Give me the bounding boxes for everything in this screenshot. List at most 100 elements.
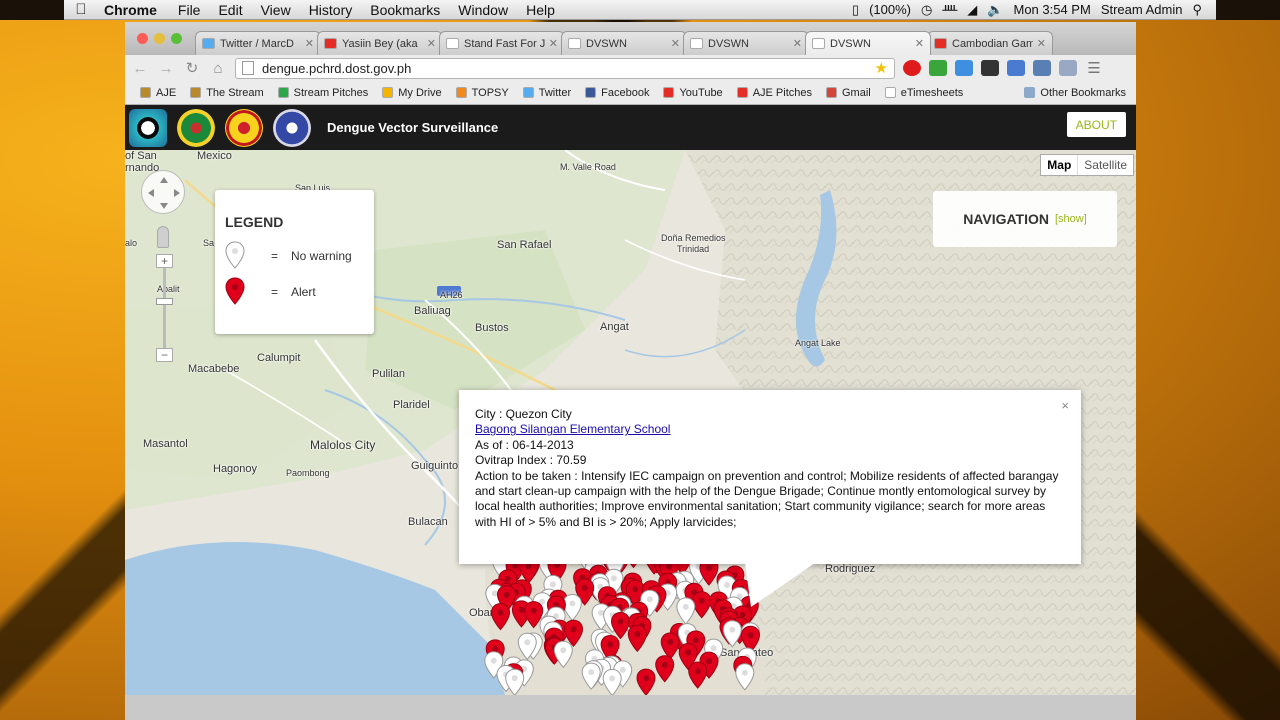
zoom-in-button[interactable]: + xyxy=(156,254,173,268)
minimize-window-icon[interactable] xyxy=(154,33,165,44)
battery-percent[interactable]: (100%) xyxy=(869,2,911,17)
spotlight-search-icon[interactable]: ⚲ xyxy=(1192,2,1202,18)
no-warning-marker[interactable] xyxy=(553,640,573,669)
close-tab-icon[interactable]: ✕ xyxy=(549,37,558,50)
menu-edit[interactable]: Edit xyxy=(209,2,251,18)
street-view-pegman-icon[interactable] xyxy=(157,226,169,248)
zoom-out-button[interactable]: − xyxy=(156,348,173,362)
bookmark-item[interactable]: TOPSY xyxy=(449,87,516,99)
browser-tab[interactable]: Cambodian Gam ✕ xyxy=(927,31,1053,55)
close-tab-icon[interactable]: ✕ xyxy=(427,37,436,50)
no-warning-marker[interactable] xyxy=(735,663,755,691)
info-as-of: As of : 06-14-2013 xyxy=(475,437,574,452)
menu-file[interactable]: File xyxy=(169,2,210,18)
url-text[interactable]: dengue.pchrd.dost.gov.ph xyxy=(262,61,411,76)
time-machine-icon[interactable]: ◷ xyxy=(921,2,932,18)
translate-extension-icon[interactable] xyxy=(955,60,973,76)
about-button[interactable]: ABOUT xyxy=(1066,112,1126,137)
no-warning-marker[interactable] xyxy=(581,662,601,690)
alert-marker[interactable] xyxy=(627,624,647,653)
no-warning-marker[interactable] xyxy=(676,597,696,625)
pocket-extension-icon[interactable] xyxy=(1059,60,1077,76)
back-arrow-icon[interactable]: ← xyxy=(131,60,149,77)
bluetooth-icon[interactable]: ᚉ xyxy=(942,2,957,18)
menu-history[interactable]: History xyxy=(300,2,362,18)
menu-view[interactable]: View xyxy=(252,2,300,18)
map-canvas[interactable]: of San rnando Mexico San Luis M. Valle Road D… xyxy=(125,150,1136,695)
browser-tab[interactable]: DVSWN ✕ xyxy=(805,31,931,55)
chrome-menu-icon[interactable]: ☰ xyxy=(1085,59,1103,77)
close-window-icon[interactable] xyxy=(137,33,148,44)
bookmark-label: YouTube xyxy=(679,86,723,99)
other-bookmarks-label: Other Bookmarks xyxy=(1040,86,1126,99)
address-bar[interactable]: dengue.pchrd.dost.gov.ph ★ xyxy=(235,57,895,79)
user-name[interactable]: Stream Admin xyxy=(1101,2,1183,17)
map-type-satellite-button[interactable]: Satellite xyxy=(1077,155,1133,175)
bookmark-item[interactable]: Twitter xyxy=(516,87,578,99)
browser-tab[interactable]: Stand Fast For Ju ✕ xyxy=(439,31,565,55)
tab-title: Stand Fast For Ju xyxy=(464,37,545,50)
no-warning-marker[interactable] xyxy=(562,593,582,622)
close-tab-icon[interactable]: ✕ xyxy=(1037,37,1046,50)
home-icon[interactable]: ⌂ xyxy=(209,60,227,77)
zoom-window-icon[interactable] xyxy=(171,33,182,44)
bookmark-star-icon[interactable]: ★ xyxy=(875,59,888,77)
dvs-logo-icon[interactable] xyxy=(129,108,167,147)
bookmark-item[interactable]: AJE Pitches xyxy=(730,87,819,99)
bookmark-item[interactable]: eTimesheets xyxy=(878,87,971,99)
wifi-icon[interactable]: ◢ xyxy=(967,2,977,18)
battery-icon[interactable]: ▯ xyxy=(852,2,859,18)
folder-icon xyxy=(1024,87,1036,98)
menu-window[interactable]: Window xyxy=(449,2,517,18)
browser-tab[interactable]: DVSWN ✕ xyxy=(683,31,809,55)
bookmark-item[interactable]: Gmail xyxy=(819,87,878,99)
info-school-link[interactable]: Bagong Silangan Elementary School xyxy=(475,422,670,436)
bookmark-item[interactable]: The Stream xyxy=(183,87,270,99)
zoom-slider-handle[interactable] xyxy=(156,298,173,305)
pan-control[interactable] xyxy=(141,170,185,214)
close-tab-icon[interactable]: ✕ xyxy=(305,37,314,50)
close-tab-icon[interactable]: ✕ xyxy=(793,37,802,50)
adblock-extension-icon[interactable] xyxy=(903,60,921,76)
legend-equals: = xyxy=(271,285,279,299)
reload-icon[interactable]: ↻ xyxy=(183,59,201,77)
menu-bookmarks[interactable]: Bookmarks xyxy=(361,2,449,18)
close-tab-icon[interactable]: ✕ xyxy=(671,37,680,50)
bookmark-label: Stream Pitches xyxy=(293,86,369,99)
navigation-show-link[interactable]: [show] xyxy=(1055,213,1087,225)
browser-tab[interactable]: Yasiin Bey (aka ✕ xyxy=(317,31,443,55)
site-header: Dengue Vector Surveillance ABOUT xyxy=(125,105,1136,150)
apple-icon[interactable]:  xyxy=(64,1,98,18)
bookmark-item[interactable]: Stream Pitches xyxy=(271,87,376,99)
evernote-extension-icon[interactable] xyxy=(929,60,947,76)
bookmark-favicon-icon xyxy=(190,87,202,98)
alert-marker[interactable] xyxy=(490,603,511,631)
browser-tab[interactable]: Twitter / MarcD ✕ xyxy=(195,31,321,55)
alert-marker[interactable] xyxy=(660,632,680,660)
close-tab-icon[interactable]: ✕ xyxy=(915,37,924,50)
volume-icon[interactable]: 🔈 xyxy=(987,2,1003,18)
bookmark-item[interactable]: YouTube xyxy=(656,87,729,99)
clock[interactable]: Mon 3:54 PM xyxy=(1013,2,1090,17)
browser-tab[interactable]: DVSWN ✕ xyxy=(561,31,687,55)
zoom-slider[interactable]: + − xyxy=(141,254,189,366)
menu-app-name[interactable]: Chrome xyxy=(98,2,169,18)
bookmark-item[interactable]: My Drive xyxy=(375,87,448,99)
bookmark-item[interactable]: Facebook xyxy=(578,87,656,99)
buffer-extension-icon[interactable] xyxy=(981,60,999,76)
alert-marker[interactable] xyxy=(610,611,631,640)
no-warning-marker[interactable] xyxy=(602,668,622,695)
forward-arrow-icon[interactable]: → xyxy=(157,60,175,77)
close-infowindow-button[interactable]: × xyxy=(1061,398,1069,413)
menu-help[interactable]: Help xyxy=(517,2,564,18)
map-type-map-button[interactable]: Map xyxy=(1041,155,1077,175)
alert-marker[interactable] xyxy=(692,591,712,619)
alert-marker[interactable] xyxy=(636,668,656,695)
alert-marker[interactable] xyxy=(688,661,708,689)
alert-marker[interactable] xyxy=(655,655,675,683)
screen-capture-extension-icon[interactable] xyxy=(1007,60,1025,76)
other-bookmarks-folder[interactable]: Other Bookmarks xyxy=(1017,87,1136,99)
calendar-extension-icon[interactable] xyxy=(1033,60,1051,76)
bookmark-item[interactable]: AJE xyxy=(133,87,183,99)
no-warning-marker[interactable] xyxy=(505,668,525,695)
